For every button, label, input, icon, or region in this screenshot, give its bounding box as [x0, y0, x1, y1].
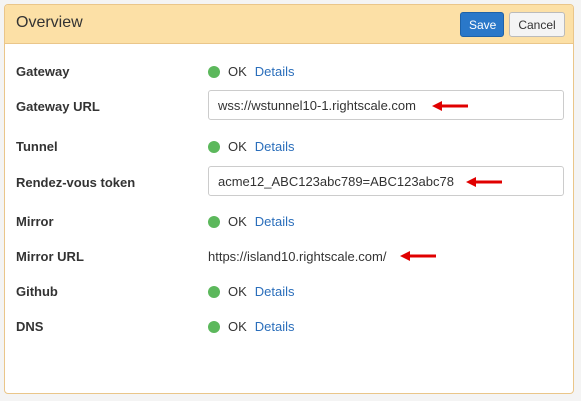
- mirror-label: Mirror: [16, 214, 54, 229]
- rendezvous-token-field[interactable]: [208, 166, 564, 196]
- status-ok-dot-icon: [208, 140, 220, 153]
- red-arrow-icon: [400, 251, 436, 261]
- tunnel-status-text: OK: [228, 139, 247, 154]
- row-dns: DNS OK Details: [5, 315, 573, 339]
- mirror-url-label: Mirror URL: [16, 249, 84, 264]
- gateway-details-link[interactable]: Details: [255, 64, 295, 79]
- dns-details-link[interactable]: Details: [255, 319, 295, 334]
- gateway-status-text: OK: [228, 64, 247, 79]
- red-arrow-icon: [466, 177, 502, 187]
- gateway-status: OK Details: [208, 64, 295, 79]
- row-mirror: Mirror OK Details: [5, 210, 573, 234]
- tunnel-status: OK Details: [208, 139, 295, 154]
- status-ok-dot-icon: [208, 65, 220, 78]
- mirror-status-text: OK: [228, 214, 247, 229]
- panel-title: Overview: [16, 14, 83, 31]
- row-github: Github OK Details: [5, 280, 573, 304]
- overview-panel: Overview Save Cancel Gateway OK Details …: [4, 4, 574, 394]
- github-status: OK Details: [208, 284, 295, 299]
- tunnel-label: Tunnel: [16, 139, 58, 154]
- row-mirror-url: Mirror URL https://island10.rightscale.c…: [5, 245, 573, 269]
- status-ok-dot-icon: [208, 215, 220, 228]
- panel-header: Overview Save Cancel: [5, 5, 573, 44]
- mirror-url-value: https://island10.rightscale.com/: [208, 249, 387, 264]
- gateway-url-field[interactable]: [208, 90, 564, 120]
- mirror-status: OK Details: [208, 214, 295, 229]
- row-tunnel: Tunnel OK Details: [5, 135, 573, 159]
- tunnel-details-link[interactable]: Details: [255, 139, 295, 154]
- rendezvous-token-label: Rendez-vous token: [16, 175, 136, 190]
- status-ok-dot-icon: [208, 320, 220, 333]
- save-button[interactable]: Save: [460, 12, 504, 37]
- row-gateway: Gateway OK Details: [5, 60, 573, 84]
- status-ok-dot-icon: [208, 285, 220, 298]
- github-status-text: OK: [228, 284, 247, 299]
- dns-label: DNS: [16, 319, 44, 334]
- cancel-button[interactable]: Cancel: [509, 12, 565, 37]
- mirror-details-link[interactable]: Details: [255, 214, 295, 229]
- red-arrow-icon: [432, 101, 468, 111]
- github-details-link[interactable]: Details: [255, 284, 295, 299]
- dns-status-text: OK: [228, 319, 247, 334]
- dns-status: OK Details: [208, 319, 295, 334]
- gateway-url-label: Gateway URL: [16, 99, 100, 114]
- github-label: Github: [16, 284, 58, 299]
- gateway-label: Gateway: [16, 64, 70, 79]
